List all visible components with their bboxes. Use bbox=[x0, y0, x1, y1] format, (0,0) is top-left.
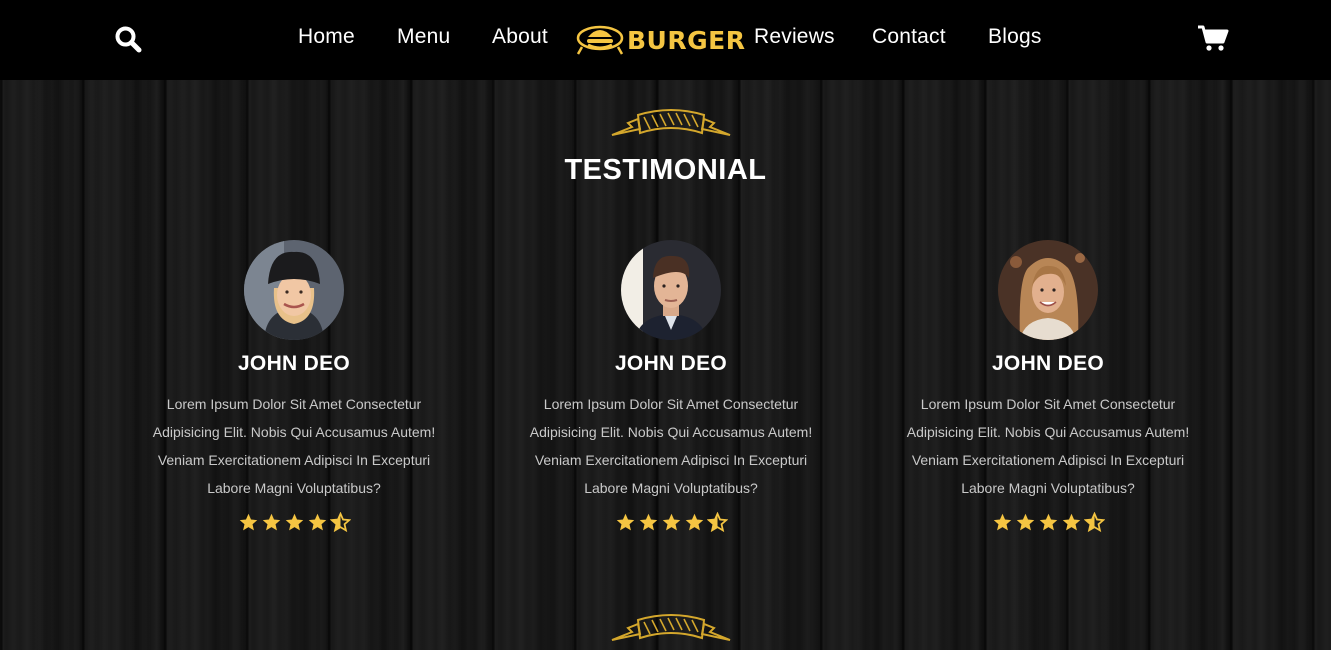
section-title: TESTIMONIAL bbox=[564, 154, 767, 186]
star-icon bbox=[262, 513, 280, 531]
star-rating bbox=[511, 512, 831, 533]
star-icon bbox=[1039, 513, 1057, 531]
nav-reviews[interactable]: Reviews bbox=[754, 25, 835, 49]
avatar bbox=[244, 240, 344, 340]
review-text: Lorem Ipsum Dolor Sit Amet Consectetur A… bbox=[529, 396, 813, 496]
star-half-icon bbox=[329, 512, 351, 533]
reviewer-name: JOHN DEO bbox=[991, 352, 1105, 375]
search-button[interactable] bbox=[114, 25, 142, 53]
ribbon-ornament-icon bbox=[611, 614, 731, 641]
site-header: Home Menu About BURGER Reviews Contact B… bbox=[0, 0, 1331, 80]
burger-logo-icon bbox=[576, 25, 624, 55]
review-text: Lorem Ipsum Dolor Sit Amet Consectetur A… bbox=[152, 396, 436, 496]
star-rating bbox=[888, 512, 1208, 533]
star-icon bbox=[639, 513, 657, 531]
star-rating bbox=[134, 512, 454, 533]
nav-menu[interactable]: Menu bbox=[397, 25, 450, 49]
star-icon bbox=[1062, 513, 1080, 531]
nav-blogs[interactable]: Blogs bbox=[988, 25, 1042, 49]
testimonial-card: JOHN DEO Lorem Ipsum Dolor Sit Amet Cons… bbox=[134, 240, 454, 533]
star-icon bbox=[239, 513, 257, 531]
testimonial-card: JOHN DEO Lorem Ipsum Dolor Sit Amet Cons… bbox=[511, 240, 831, 533]
star-icon bbox=[616, 513, 634, 531]
star-icon bbox=[993, 513, 1011, 531]
reviewer-name: JOHN DEO bbox=[237, 352, 351, 375]
brand-logo[interactable]: BURGER bbox=[575, 21, 745, 57]
reviewer-name: JOHN DEO bbox=[614, 352, 728, 375]
cart-icon bbox=[1198, 25, 1229, 51]
avatar bbox=[621, 240, 721, 340]
ribbon-ornament-icon bbox=[611, 109, 731, 136]
nav-contact[interactable]: Contact bbox=[872, 25, 946, 49]
cart-button[interactable] bbox=[1197, 24, 1229, 52]
star-half-icon bbox=[1083, 512, 1105, 533]
avatar bbox=[998, 240, 1098, 340]
star-icon bbox=[285, 513, 303, 531]
nav-home[interactable]: Home bbox=[298, 25, 355, 49]
star-icon bbox=[1016, 513, 1034, 531]
star-icon bbox=[662, 513, 680, 531]
logo-text: BURGER bbox=[627, 26, 746, 55]
search-icon bbox=[115, 26, 142, 53]
star-half-icon bbox=[706, 512, 728, 533]
testimonial-card: JOHN DEO Lorem Ipsum Dolor Sit Amet Cons… bbox=[888, 240, 1208, 533]
star-icon bbox=[308, 513, 326, 531]
review-text: Lorem Ipsum Dolor Sit Amet Consectetur A… bbox=[906, 396, 1190, 496]
star-icon bbox=[685, 513, 703, 531]
nav-about[interactable]: About bbox=[492, 25, 548, 49]
